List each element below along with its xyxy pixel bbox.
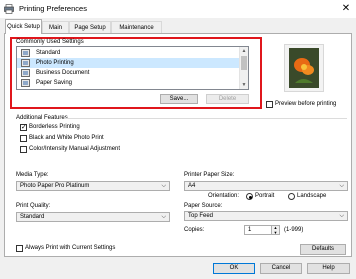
- tab-quick-setup[interactable]: Quick Setup: [5, 19, 42, 34]
- paper-size-select[interactable]: A4 ⌵: [184, 181, 348, 191]
- chevron-down-icon: ⌵: [339, 213, 344, 219]
- scroll-down-icon[interactable]: ▼: [240, 81, 248, 89]
- scroll-up-icon[interactable]: ▲: [240, 47, 248, 55]
- cancel-button[interactable]: Cancel: [260, 263, 302, 274]
- list-item[interactable]: Business Document: [17, 68, 241, 78]
- setting-icon: [21, 49, 30, 57]
- chevron-down-icon: ⌵: [161, 183, 166, 189]
- chevron-down-icon: ⌵: [339, 183, 344, 189]
- printer-icon: [4, 4, 14, 14]
- landscape-label: Landscape: [297, 193, 327, 199]
- copies-input[interactable]: 1: [244, 225, 272, 235]
- list-item[interactable]: Paper Saving: [17, 78, 241, 88]
- copies-stepper[interactable]: ▲ ▼: [271, 225, 280, 235]
- list-scrollbar[interactable]: ▲ ▼: [239, 47, 248, 89]
- paper-source-label: Paper Source:: [184, 203, 223, 209]
- landscape-radio[interactable]: [288, 193, 295, 200]
- print-quality-label: Print Quality:: [16, 203, 51, 209]
- document-icon: [21, 69, 30, 77]
- preview-label: Preview before printing: [275, 101, 337, 107]
- color-adjust-label: Color/Intensity Manual Adjustment: [29, 146, 121, 152]
- orientation-label: Orientation:: [208, 193, 240, 199]
- tab-maintenance[interactable]: Maintenance: [111, 21, 162, 33]
- paper-source-select[interactable]: Top Feed ⌵: [184, 211, 348, 221]
- photo-icon: [21, 59, 30, 67]
- close-button[interactable]: ✕: [339, 2, 353, 15]
- print-quality-select[interactable]: Standard ⌵: [16, 212, 170, 222]
- chevron-down-icon: ⌵: [161, 214, 166, 220]
- help-button[interactable]: Help: [307, 263, 350, 274]
- portrait-radio[interactable]: [246, 193, 253, 200]
- list-item[interactable]: Photo Printing: [17, 58, 241, 68]
- common-settings-list[interactable]: Standard Photo Printing Business Documen…: [16, 46, 249, 90]
- tab-main[interactable]: Main: [42, 21, 69, 33]
- common-settings-label: Commonly Used Settings: [16, 39, 84, 45]
- save-button[interactable]: Save...: [160, 94, 198, 104]
- print-preview-image: [284, 44, 324, 92]
- paper-size-label: Printer Paper Size:: [184, 172, 235, 178]
- scroll-thumb[interactable]: [241, 56, 247, 70]
- delete-button[interactable]: Delete: [206, 94, 249, 104]
- copies-range: (1-999): [284, 227, 304, 233]
- always-print-label: Always Print with Current Settings: [25, 245, 116, 251]
- list-item[interactable]: Standard: [17, 48, 241, 58]
- portrait-label: Portrait: [255, 193, 275, 199]
- preview-checkbox[interactable]: [266, 101, 273, 108]
- bw-photo-label: Black and White Photo Print: [29, 135, 104, 141]
- copies-label: Copies:: [184, 227, 205, 233]
- tab-page-setup[interactable]: Page Setup: [69, 21, 111, 33]
- group-divider: [64, 118, 347, 119]
- borderless-label: Borderless Printing: [29, 124, 80, 130]
- ok-button[interactable]: OK: [213, 263, 255, 274]
- window-title: Printing Preferences: [19, 4, 87, 13]
- color-adjust-checkbox[interactable]: [20, 146, 27, 153]
- paper-saving-icon: [21, 79, 30, 87]
- bw-photo-checkbox[interactable]: [20, 135, 27, 142]
- borderless-checkbox[interactable]: [20, 123, 27, 132]
- defaults-button[interactable]: Defaults: [300, 244, 346, 255]
- additional-features-label: Additional Features: [16, 115, 68, 121]
- media-type-select[interactable]: Photo Paper Pro Platinum ⌵: [16, 181, 170, 191]
- always-print-checkbox[interactable]: [16, 245, 23, 252]
- media-type-label: Media Type:: [16, 172, 49, 178]
